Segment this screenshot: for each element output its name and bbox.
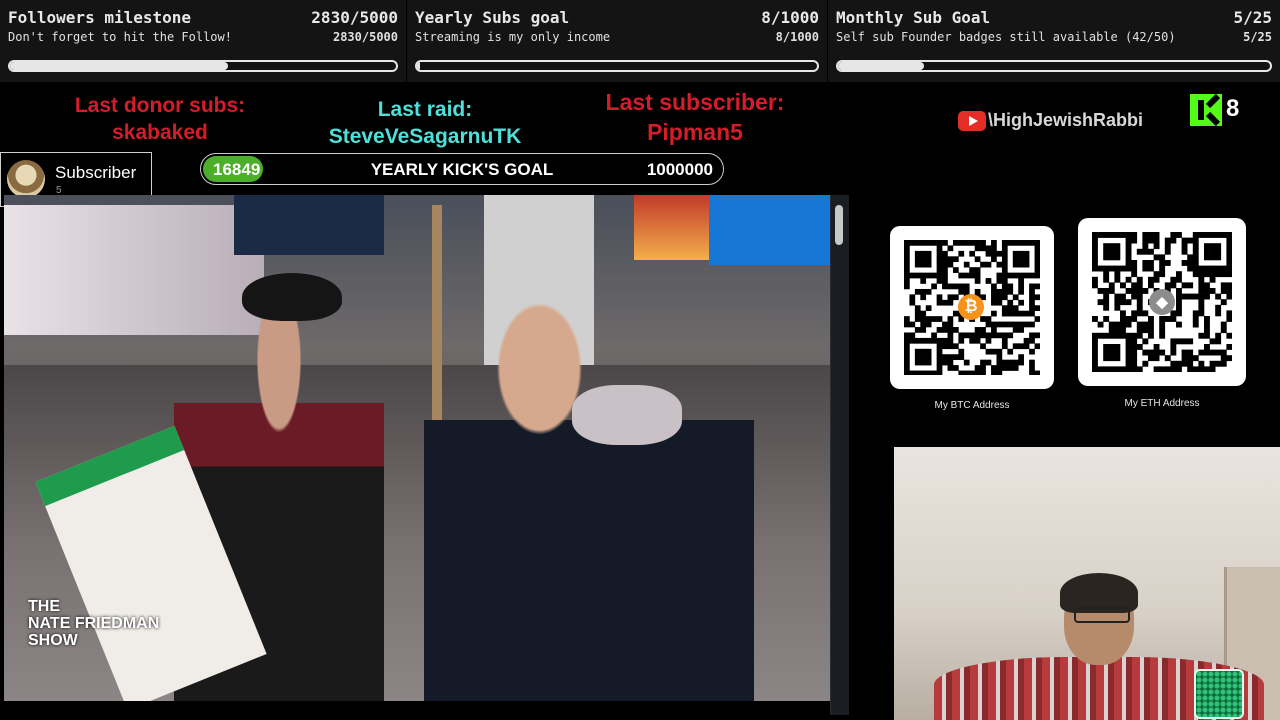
goal-progress-fill bbox=[417, 62, 421, 70]
last-raid-name: SteveVeSagarnuTK bbox=[328, 125, 522, 148]
goal-count-small: 2830/5000 bbox=[332, 30, 398, 44]
goal-progress-bar bbox=[8, 60, 398, 72]
goal-count-small: 8/1000 bbox=[775, 30, 819, 44]
goal-subtitle: Self sub Founder badges still available … bbox=[836, 30, 1176, 44]
yearly-kick-goal-bar: YEARLY KICK'S GOAL 16849 1000000 bbox=[200, 153, 724, 185]
video-person bbox=[424, 275, 754, 701]
last-donor-alert: Last donor subs: skabaked bbox=[40, 92, 280, 146]
youtube-channel-name: \HighJewishRabbi bbox=[988, 110, 1144, 130]
goal-progress-bar bbox=[415, 60, 819, 72]
video-billboard bbox=[709, 195, 830, 265]
goal-count: 5/25 bbox=[1233, 8, 1272, 27]
last-subscriber-label: Last subscriber: bbox=[605, 89, 785, 115]
followers-goal-panel: Followers milestone 2830/5000 Don't forg… bbox=[0, 0, 406, 82]
video-building bbox=[234, 195, 384, 255]
video-hoodie bbox=[572, 385, 682, 445]
last-raid-label: Last raid: bbox=[377, 98, 473, 121]
eth-qr-card: ◆ bbox=[1078, 218, 1246, 386]
eth-address-caption: My ETH Address bbox=[1124, 398, 1200, 409]
bitcoin-icon: ₿ bbox=[958, 294, 984, 320]
goal-progress-bar bbox=[836, 60, 1272, 72]
goal-progress-fill bbox=[838, 62, 925, 70]
ethereum-icon: ◆ bbox=[1149, 289, 1175, 315]
goal-count-small: 5/25 bbox=[1243, 30, 1272, 44]
last-donor-label: Last donor subs: bbox=[74, 94, 246, 117]
kick-goal-current: 16849 bbox=[213, 160, 261, 179]
last-subscriber-name: Pipman5 bbox=[647, 119, 743, 145]
goal-count: 8/1000 bbox=[761, 8, 819, 27]
youtube-icon bbox=[958, 110, 986, 131]
goal-title: Yearly Subs goal bbox=[415, 8, 570, 27]
goal-title: Monthly Sub Goal bbox=[836, 8, 991, 27]
video-billboard bbox=[634, 195, 709, 260]
kick-goal-target: 1000000 bbox=[646, 160, 713, 179]
video-watermark: THE NATE FRIEDMAN SHOW bbox=[28, 598, 160, 649]
goal-count: 2830/5000 bbox=[311, 8, 398, 27]
scrollbar-thumb[interactable] bbox=[835, 205, 843, 245]
subscriber-label: Subscriber bbox=[55, 163, 137, 182]
avatar bbox=[7, 160, 45, 198]
last-subscriber-alert: Last subscriber: Pipman5 bbox=[575, 87, 815, 147]
monthly-sub-goal-panel: Monthly Sub Goal 5/25 Self sub Founder b… bbox=[828, 0, 1280, 82]
goal-subtitle: Don't forget to hit the Follow! bbox=[8, 30, 232, 44]
btc-qr-card: ₿ bbox=[890, 226, 1054, 389]
goal-progress-fill bbox=[10, 62, 229, 70]
youtube-channel: \HighJewishRabbi bbox=[958, 110, 1143, 131]
yearly-subs-goal-panel: Yearly Subs goal 8/1000 Streaming is my … bbox=[407, 0, 827, 82]
kick-icon bbox=[1190, 93, 1222, 127]
goal-title: Followers milestone bbox=[8, 8, 192, 27]
glasses bbox=[1074, 607, 1130, 623]
plant-icon bbox=[1194, 669, 1244, 719]
btc-address-caption: My BTC Address bbox=[934, 400, 1010, 411]
video-scrollbar[interactable] bbox=[830, 195, 849, 715]
kick-count: 8 bbox=[1226, 95, 1240, 122]
video-hat bbox=[242, 273, 342, 321]
kick-goal-title: YEARLY KICK'S GOAL bbox=[370, 160, 554, 179]
last-raid-alert: Last raid: SteveVeSagarnuTK bbox=[300, 96, 550, 150]
webcam-feed bbox=[894, 447, 1280, 720]
last-donor-name: skabaked bbox=[112, 121, 208, 144]
goal-subtitle: Streaming is my only income bbox=[415, 30, 611, 44]
stream-video[interactable]: THE NATE FRIEDMAN SHOW bbox=[4, 195, 830, 701]
